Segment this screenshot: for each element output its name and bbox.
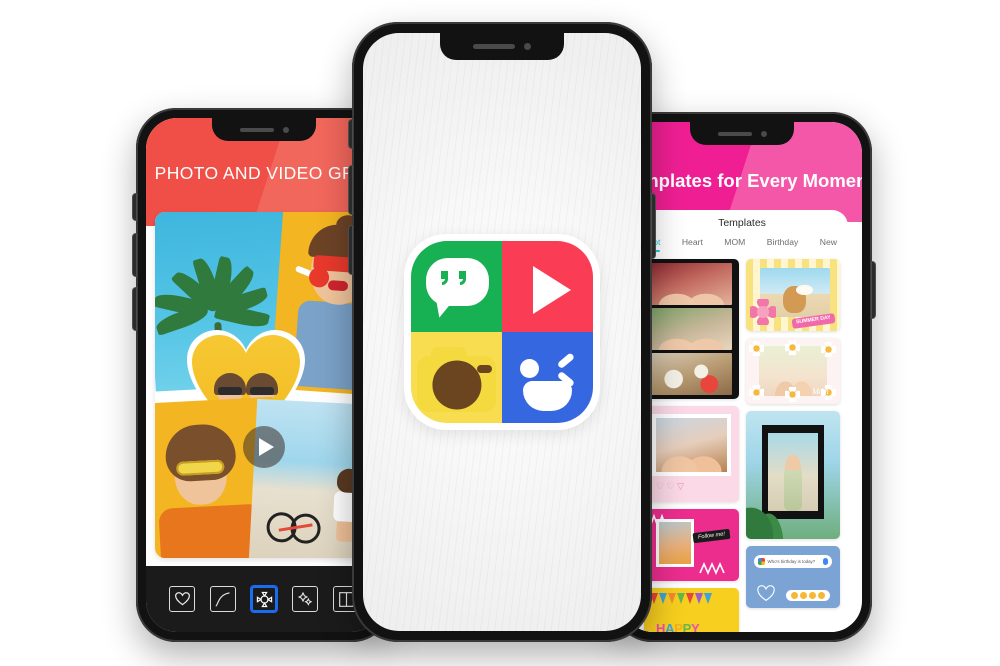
pink-template-photo xyxy=(656,519,694,567)
play-icon xyxy=(532,266,571,315)
pink-follow-template[interactable]: Follow me! xyxy=(644,509,739,581)
earpiece-speaker xyxy=(717,131,752,136)
birthday-chat-template[interactable]: Who's birthday is today? xyxy=(745,546,840,608)
right-phone-screen: Templates for Every Moment Templates Hot… xyxy=(622,122,862,632)
camera-flash xyxy=(476,364,492,373)
emoji-reactions xyxy=(786,590,830,601)
templates-tabs: Hot Heart MOM Birthday New xyxy=(636,236,848,252)
front-camera-icon xyxy=(282,126,289,133)
filmstrip-template[interactable] xyxy=(644,259,739,399)
camera-lens xyxy=(431,360,482,410)
film-frame xyxy=(651,263,732,305)
app-icon-quadrants xyxy=(411,241,593,423)
happy-birthday-template[interactable]: HAPPY BIRTH xyxy=(644,588,739,632)
microphone-icon[interactable] xyxy=(823,558,828,565)
app-logo-icon xyxy=(757,558,765,565)
mom-daisy-template[interactable]: Mom xyxy=(745,338,840,404)
mute-switch[interactable] xyxy=(349,120,352,148)
flower-decor-icon xyxy=(750,299,777,326)
bicycle-graphic xyxy=(265,508,322,545)
tab-mom[interactable]: MOM xyxy=(724,237,745,252)
heart-outline-icon xyxy=(756,585,775,602)
daisy-icon xyxy=(785,387,801,402)
tool-sparkle-stars-icon[interactable] xyxy=(292,586,318,612)
quote-glyph xyxy=(440,270,448,285)
polaroid-photo xyxy=(656,418,727,472)
play-icon[interactable] xyxy=(243,426,285,469)
follow-me-tag: Follow me! xyxy=(692,528,731,544)
tool-sticker-shape-icon[interactable] xyxy=(251,586,277,612)
search-query-text: Who's birthday is today? xyxy=(767,559,816,564)
polaroid-icons: ♡ ♡ ▽ xyxy=(656,481,685,491)
speech-bubble-quadrant xyxy=(411,241,502,332)
daisy-icon xyxy=(821,342,836,357)
palm-leaf-decor-icon xyxy=(745,485,792,539)
volume-up-button[interactable] xyxy=(133,234,136,276)
video-play-quadrant xyxy=(502,241,593,332)
daisy-icon xyxy=(785,340,801,355)
center-phone-screen xyxy=(363,33,641,631)
photo-grid-app-icon[interactable] xyxy=(404,234,600,430)
sheet-header: Templates xyxy=(636,210,848,236)
tab-birthday[interactable]: Birthday xyxy=(767,237,799,252)
tool-curve-shape-icon[interactable] xyxy=(210,586,236,612)
sunhat-graphic xyxy=(796,284,814,296)
earpiece-speaker xyxy=(473,44,515,49)
film-frame xyxy=(651,353,732,395)
power-button[interactable] xyxy=(872,262,875,318)
tab-heart[interactable]: Heart xyxy=(682,237,703,252)
tool-heart-shape-icon[interactable] xyxy=(169,586,195,612)
left-phone-screen: PHOTO AND VIDEO GRID xyxy=(146,118,382,632)
front-camera-icon xyxy=(524,43,531,50)
screenshot-stage: PHOTO AND VIDEO GRID Templates for Every… xyxy=(0,0,1000,666)
quote-glyph xyxy=(458,270,466,285)
film-frame xyxy=(651,308,732,350)
wink-face-quadrant xyxy=(502,332,593,423)
volume-down-button[interactable] xyxy=(133,288,136,330)
page-title: Templates for Every Moment xyxy=(622,170,862,191)
camera-quadrant xyxy=(411,332,502,423)
sheet-title: Templates xyxy=(718,217,766,229)
mute-switch[interactable] xyxy=(133,194,136,220)
zigzag-decor-icon xyxy=(698,562,725,575)
collage-canvas[interactable] xyxy=(155,212,373,558)
notch xyxy=(440,33,564,60)
notch xyxy=(212,118,316,141)
polaroid-frame xyxy=(652,414,731,476)
front-camera-icon xyxy=(760,130,767,137)
palm-beach-frame-template[interactable] xyxy=(745,411,840,539)
mouth-icon xyxy=(522,381,573,412)
templates-sheet: Templates Hot Heart MOM Birthday New xyxy=(636,210,848,632)
editor-toolbar xyxy=(146,566,382,632)
volume-down-button[interactable] xyxy=(349,226,352,274)
app-icon-phone xyxy=(349,22,655,642)
daisy-icon xyxy=(748,385,764,400)
polaroid-pink-template[interactable]: ♡ ♡ ▽ xyxy=(644,406,739,502)
power-button[interactable] xyxy=(652,194,655,258)
search-bar[interactable]: Who's birthday is today? xyxy=(753,555,832,568)
page-title: PHOTO AND VIDEO GRID xyxy=(154,163,374,183)
templates-grid: ♡ ♡ ▽ Follow me! HAPPY SUMMER DAY Mom Wh… xyxy=(636,252,848,632)
eye-icon xyxy=(520,359,540,379)
daisy-icon xyxy=(748,341,764,356)
tab-new[interactable]: New xyxy=(820,237,837,252)
birthday-text: HAPPY BIRTH xyxy=(656,620,700,632)
earpiece-speaker xyxy=(239,127,274,132)
templates-column-right: SUMMER DAY Mom Who's birthday is today? xyxy=(745,259,840,632)
volume-up-button[interactable] xyxy=(349,166,352,214)
notch xyxy=(690,122,794,145)
summer-beach-template[interactable]: SUMMER DAY xyxy=(745,259,840,331)
templates-column-left: ♡ ♡ ▽ Follow me! HAPPY xyxy=(644,259,739,632)
speech-bubble-icon xyxy=(425,258,490,306)
wink-eye-icon xyxy=(558,357,582,381)
mom-word: Mom xyxy=(812,387,829,397)
bunting-garland-icon xyxy=(648,593,722,611)
